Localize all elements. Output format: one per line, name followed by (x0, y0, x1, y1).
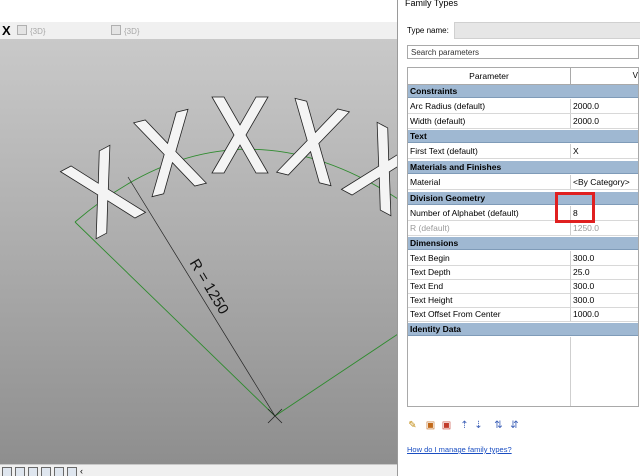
table-row[interactable]: Width (default) 2000.0 (408, 114, 638, 129)
crop-icon[interactable] (67, 467, 77, 476)
param-value[interactable]: 300.0 (573, 279, 638, 293)
param-value[interactable]: 300.0 (573, 293, 638, 307)
parameter-grid: Parameter V Constraints Arc Radius (defa… (407, 67, 639, 407)
table-row: R (default) 1250.0 (408, 221, 638, 236)
param-name: Material (410, 177, 441, 187)
group-constraints[interactable]: Constraints (408, 85, 638, 98)
table-row[interactable]: Text Depth 25.0 (408, 265, 638, 280)
param-value[interactable]: <By Category> (573, 175, 638, 189)
tab-3d-1[interactable]: {3D} (17, 25, 46, 37)
move-up-icon[interactable]: ⇡ (459, 420, 470, 432)
table-row[interactable]: Arc Radius (default) 2000.0 (408, 99, 638, 114)
cube-icon (17, 25, 27, 35)
param-value[interactable]: X (573, 144, 638, 158)
type-name-field[interactable] (454, 22, 640, 39)
tab-3d-label: {3D} (124, 27, 140, 36)
param-value: 1250.0 (573, 223, 599, 233)
table-row[interactable]: First Text (default) X (408, 144, 638, 159)
sort-ascending-icon[interactable]: ⇅ (493, 420, 504, 432)
family-types-dialog: Family Types Type name: Search parameter… (397, 0, 640, 476)
grid-header: Parameter V (408, 68, 638, 85)
group-dimensions[interactable]: Dimensions (408, 237, 638, 250)
search-parameters-input[interactable]: Search parameters (407, 45, 639, 59)
new-type-icon[interactable]: ▣ (425, 420, 436, 432)
param-name: Text Offset From Center (410, 309, 501, 319)
param-name: R (default) (410, 223, 450, 233)
model-drawing: R = 1250 (59, 96, 400, 424)
column-header-parameter[interactable]: Parameter (408, 68, 571, 84)
highlight-box (555, 192, 595, 223)
cube-icon (111, 25, 121, 35)
x-letter (132, 108, 208, 198)
sector-edge-lines (74, 221, 399, 417)
close-view-button[interactable]: X (2, 22, 11, 39)
tab-3d-2[interactable]: {3D} (111, 25, 140, 37)
chevron-left-icon[interactable]: ‹ (80, 467, 88, 476)
dialog-title: Family Types (405, 0, 458, 8)
move-down-icon[interactable]: ⇣ (473, 420, 484, 432)
column-header-value[interactable]: V (571, 68, 638, 84)
help-link[interactable]: How do I manage family types? (407, 445, 512, 454)
param-name: Width (default) (410, 116, 466, 126)
delete-type-icon[interactable]: ▣ (441, 420, 452, 432)
param-value[interactable]: 25.0 (573, 265, 638, 279)
pencil-icon[interactable]: ✎ (407, 420, 418, 432)
param-name: Text Begin (410, 253, 450, 263)
x-letter (275, 97, 351, 187)
radius-dimension-line (127, 176, 276, 417)
table-row[interactable]: Text Height 300.0 (408, 293, 638, 308)
param-value[interactable]: 2000.0 (573, 99, 638, 113)
x-letter (211, 96, 269, 174)
group-identity-data[interactable]: Identity Data (408, 323, 638, 336)
model-scene[interactable]: R = 1250 (0, 39, 400, 464)
sort-descending-icon[interactable]: ⇵ (509, 420, 520, 432)
view-control-bar: ‹ (0, 464, 400, 476)
type-name-label: Type name: (407, 26, 449, 35)
detail-level-icon[interactable] (15, 467, 25, 476)
table-row[interactable]: Text Begin 300.0 (408, 251, 638, 266)
sun-path-icon[interactable] (41, 467, 51, 476)
view-tab-bar: X {3D} {3D} (0, 22, 400, 40)
param-value[interactable]: 300.0 (573, 251, 638, 265)
param-name: Text Depth (410, 267, 451, 277)
3d-viewport[interactable]: X {3D} {3D} R = 1250 ‹ (0, 0, 400, 476)
visual-style-icon[interactable] (28, 467, 38, 476)
scale-icon[interactable] (2, 467, 12, 476)
shadows-icon[interactable] (54, 467, 64, 476)
group-materials-and-finishes[interactable]: Materials and Finishes (408, 161, 638, 174)
viewport-top-strip (0, 0, 400, 22)
param-name: Text Height (410, 295, 453, 305)
param-name: First Text (default) (410, 146, 478, 156)
x-letter (59, 144, 147, 240)
param-name: Text End (410, 281, 444, 291)
param-value[interactable]: 1000.0 (573, 307, 638, 321)
tab-3d-label: {3D} (30, 27, 46, 36)
param-value[interactable]: 2000.0 (573, 114, 638, 128)
group-division-geometry[interactable]: Division Geometry (408, 192, 638, 205)
group-text[interactable]: Text (408, 130, 638, 143)
param-name: Number of Alphabet (default) (410, 208, 519, 218)
table-row[interactable]: Material <By Category> (408, 175, 638, 190)
table-row[interactable]: Text Offset From Center 1000.0 (408, 307, 638, 322)
param-name: Arc Radius (default) (410, 101, 486, 111)
table-row[interactable]: Text End 300.0 (408, 279, 638, 294)
table-row[interactable]: Number of Alphabet (default) 8 (408, 206, 638, 221)
x-letter (340, 121, 400, 217)
column-divider (570, 337, 571, 406)
